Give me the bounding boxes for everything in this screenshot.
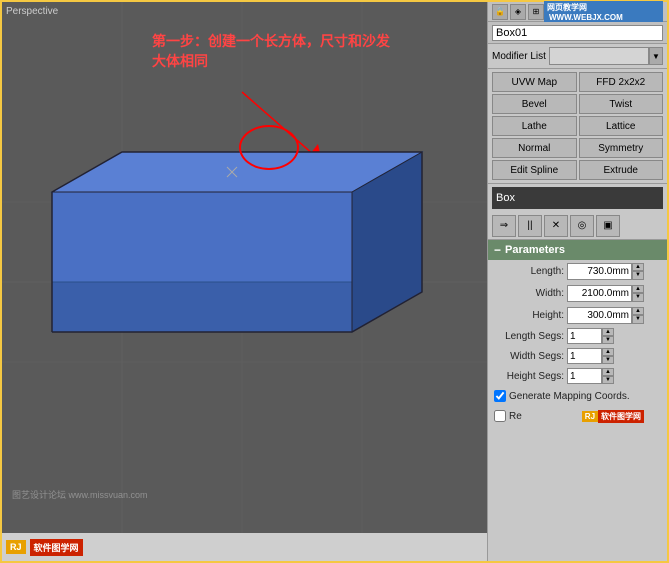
copy-icon[interactable]: ◎ <box>570 215 594 237</box>
3d-box <box>32 102 432 332</box>
modifier-list-label: Modifier List <box>492 51 546 62</box>
grid-icon[interactable]: ⊞ <box>528 4 544 20</box>
normal-button[interactable]: Normal <box>492 138 577 158</box>
modifier-list-row: Modifier List ▼ <box>488 44 667 69</box>
length-spin-up[interactable]: ▲ <box>632 263 644 272</box>
length-segs-input[interactable] <box>567 328 602 344</box>
modifier-dropdown-container: ▼ <box>549 47 663 65</box>
width-row: Width: ▲ ▼ <box>488 282 667 304</box>
real-world-label: Re <box>509 411 522 422</box>
twist-button[interactable]: Twist <box>579 94 664 114</box>
object-name-input[interactable] <box>492 25 663 41</box>
length-segs-label: Length Segs: <box>494 331 564 342</box>
length-segs-down[interactable]: ▼ <box>602 336 614 344</box>
bottom-bar: RJ 软件图学网 <box>2 533 487 561</box>
height-row: Height: ▲ ▼ <box>488 304 667 326</box>
height-spinner: ▲ ▼ <box>632 307 644 324</box>
paste-icon[interactable]: ▣ <box>596 215 620 237</box>
real-world-row: Re RJ 软件图学网 <box>488 406 667 426</box>
height-segs-input[interactable] <box>567 368 602 384</box>
width-input[interactable] <box>567 285 632 302</box>
height-label: Height: <box>494 310 564 321</box>
length-input[interactable] <box>567 263 632 280</box>
rj-logo: RJ <box>6 540 26 554</box>
height-segs-label: Height Segs: <box>494 371 564 382</box>
website-badge: 网页教学网 WWW.WEBJX.COM <box>544 1 663 23</box>
width-segs-up[interactable]: ▲ <box>602 348 614 356</box>
height-segs-down[interactable]: ▼ <box>602 376 614 384</box>
rj-bottom-logo: RJ <box>582 411 598 422</box>
height-input[interactable] <box>567 307 632 324</box>
height-spin-up[interactable]: ▲ <box>632 307 644 316</box>
width-segs-down[interactable]: ▼ <box>602 356 614 364</box>
length-row: Length: ▲ ▼ <box>488 260 667 282</box>
generate-mapping-row: Generate Mapping Coords. <box>488 386 667 406</box>
ffd-button[interactable]: FFD 2x2x2 <box>579 72 664 92</box>
width-segs-label: Width Segs: <box>494 351 564 362</box>
select-icon[interactable]: ◈ <box>510 4 526 20</box>
bevel-button[interactable]: Bevel <box>492 94 577 114</box>
length-segs-row: Length Segs: ▲ ▼ <box>488 326 667 346</box>
lathe-button[interactable]: Lathe <box>492 116 577 136</box>
length-segs-up[interactable]: ▲ <box>602 328 614 336</box>
viewport: Perspective 第一步：创建一个长方体，尺寸和沙发 大体相同 <box>2 2 487 561</box>
remove-icon[interactable]: ✕ <box>544 215 568 237</box>
width-label: Width: <box>494 288 564 299</box>
length-spinner: ▲ ▼ <box>632 263 644 280</box>
symmetry-button[interactable]: Symmetry <box>579 138 664 158</box>
length-spin-down[interactable]: ▼ <box>632 271 644 280</box>
watermark: 图艺设计论坛 www.missvuan.com <box>12 488 148 501</box>
generate-mapping-checkbox[interactable] <box>494 390 506 402</box>
lattice-button[interactable]: Lattice <box>579 116 664 136</box>
software-logo: 软件图学网 <box>30 539 83 556</box>
right-panel: 🔒 ◈ ⊞ 网页教学网 WWW.WEBJX.COM Modifier List … <box>487 2 667 561</box>
params-minus-icon: − <box>494 243 501 257</box>
main-container: Perspective 第一步：创建一个长方体，尺寸和沙发 大体相同 <box>0 0 669 563</box>
width-spin-down[interactable]: ▼ <box>632 293 644 302</box>
modifier-stack: Box <box>492 187 663 209</box>
pin-icon[interactable]: ⇒ <box>492 215 516 237</box>
height-segs-spinner: ▲ ▼ <box>602 368 614 384</box>
icon-toolbar-row: ⇒ || ✕ ◎ ▣ <box>488 212 667 240</box>
extrude-button[interactable]: Extrude <box>579 160 664 180</box>
length-segs-spinner: ▲ ▼ <box>602 328 614 344</box>
parameters-label: Parameters <box>505 244 565 256</box>
width-segs-row: Width Segs: ▲ ▼ <box>488 346 667 366</box>
height-spin-down[interactable]: ▼ <box>632 315 644 324</box>
length-label: Length: <box>494 266 564 277</box>
dropdown-arrow-icon[interactable]: ▼ <box>649 47 663 65</box>
lock-icon[interactable]: 🔒 <box>492 4 508 20</box>
parameters-section: − Parameters Length: ▲ ▼ Width: ▲ ▼ <box>488 240 667 561</box>
width-segs-input[interactable] <box>567 348 602 364</box>
width-segs-spinner: ▲ ▼ <box>602 348 614 364</box>
width-spinner: ▲ ▼ <box>632 285 644 302</box>
height-segs-up[interactable]: ▲ <box>602 368 614 376</box>
viewport-label: Perspective <box>6 6 58 17</box>
width-spin-up[interactable]: ▲ <box>632 285 644 294</box>
configure-icon[interactable]: || <box>518 215 542 237</box>
parameters-header: − Parameters <box>488 240 667 260</box>
panel-header: 🔒 ◈ ⊞ 网页教学网 WWW.WEBJX.COM <box>488 2 667 22</box>
real-world-checkbox[interactable] <box>494 410 506 422</box>
modifier-stack-item: Box <box>496 192 515 204</box>
generate-mapping-label: Generate Mapping Coords. <box>509 391 630 402</box>
object-name-row <box>488 22 667 44</box>
software-bottom-logo: 软件图学网 <box>598 410 644 423</box>
edit-spline-button[interactable]: Edit Spline <box>492 160 577 180</box>
red-circle-annotation <box>239 125 299 170</box>
uvw-map-button[interactable]: UVW Map <box>492 72 577 92</box>
modifier-buttons-grid: UVW Map FFD 2x2x2 Bevel Twist Lathe Latt… <box>488 69 667 184</box>
modifier-dropdown[interactable] <box>549 47 649 65</box>
height-segs-row: Height Segs: ▲ ▼ <box>488 366 667 386</box>
panel-header-icons: 🔒 ◈ ⊞ <box>492 4 544 20</box>
